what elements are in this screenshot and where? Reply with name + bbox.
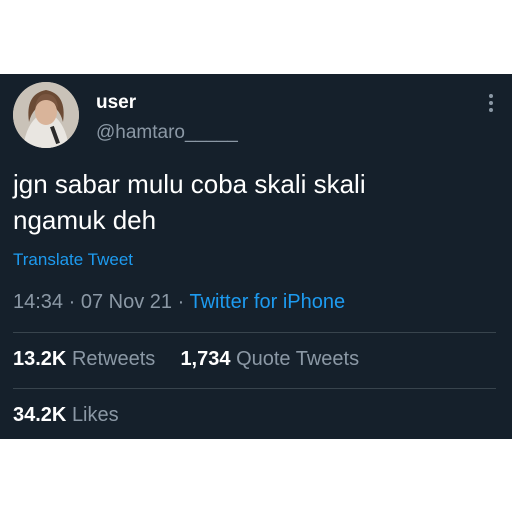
tweet-meta: 14:34 · 07 Nov 21 · Twitter for iPhone xyxy=(13,291,345,314)
avatar[interactable] xyxy=(13,82,79,148)
retweets-label: Retweets xyxy=(71,348,156,370)
divider xyxy=(13,388,496,389)
likes-stat[interactable]: 34.2K Likes xyxy=(13,404,119,426)
more-vertical-icon[interactable] xyxy=(488,94,494,114)
likes-label: Likes xyxy=(71,404,119,426)
tweet-text: jgn sabar mulu coba skali skali ngamuk d… xyxy=(13,166,483,238)
tweet-source-link[interactable]: Twitter for iPhone xyxy=(189,291,345,313)
tweet-date[interactable]: 07 Nov 21 xyxy=(81,291,172,313)
tweet-text-line-2: ngamuk deh xyxy=(13,205,157,235)
tweet-card: user @hamtaro_____ jgn sabar mulu coba s… xyxy=(0,74,512,439)
display-name[interactable]: user xyxy=(96,92,136,114)
retweets-stat[interactable]: 13.2K Retweets xyxy=(13,348,161,370)
translate-tweet-link[interactable]: Translate Tweet xyxy=(13,250,133,270)
user-handle[interactable]: @hamtaro_____ xyxy=(96,122,238,144)
divider xyxy=(13,332,496,333)
likes-count: 34.2K xyxy=(13,404,67,426)
engagement-row: 13.2K Retweets 1,734 Quote Tweets xyxy=(13,348,359,371)
quote-tweets-count: 1,734 xyxy=(180,348,231,370)
meta-separator: · xyxy=(177,291,185,313)
tweet-time[interactable]: 14:34 xyxy=(13,291,63,313)
retweets-count: 13.2K xyxy=(13,348,67,370)
quote-tweets-stat[interactable]: 1,734 Quote Tweets xyxy=(180,348,359,370)
meta-separator: · xyxy=(68,291,76,313)
likes-row: 34.2K Likes xyxy=(13,404,119,427)
tweet-text-line-1: jgn sabar mulu coba skali skali xyxy=(13,169,366,199)
quote-tweets-label: Quote Tweets xyxy=(236,348,360,370)
